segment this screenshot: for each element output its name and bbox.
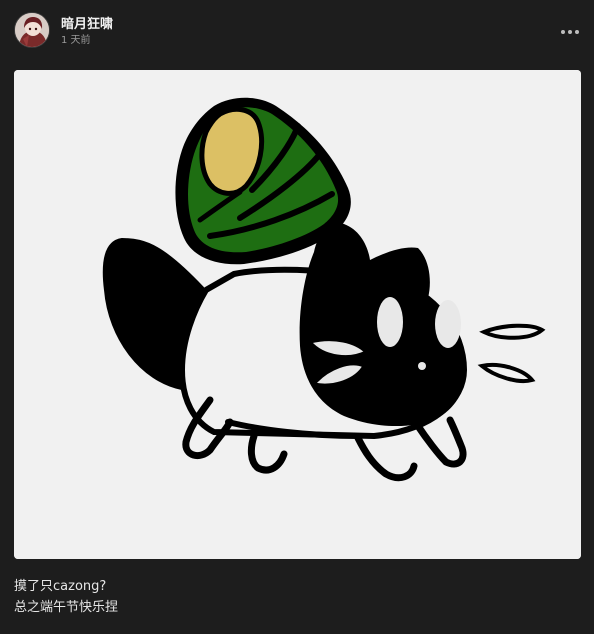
- post-image[interactable]: [14, 70, 581, 559]
- author-username[interactable]: 暗月狂啸: [61, 13, 113, 32]
- caption-line-1: 摸了只cazong?: [14, 579, 107, 594]
- author-avatar[interactable]: [14, 12, 50, 48]
- more-horizontal-icon: [561, 30, 565, 34]
- cat-carrying-zongzi-illustration: [14, 70, 581, 559]
- motion-line: [479, 323, 546, 340]
- cat-left-eye: [377, 297, 403, 347]
- more-horizontal-icon: [575, 30, 579, 34]
- more-horizontal-icon: [568, 30, 572, 34]
- post-header: 暗月狂啸 1 天前: [0, 0, 594, 64]
- cat-nose: [418, 362, 426, 370]
- cat-right-eye: [435, 300, 461, 348]
- post-caption: 摸了只cazong? 总之端午节快乐捏: [14, 576, 574, 618]
- more-options-button[interactable]: [556, 22, 584, 42]
- post-timestamp: 1 天前: [61, 35, 91, 46]
- caption-line-2: 总之端午节快乐捏: [14, 600, 119, 615]
- anime-avatar-icon: [15, 13, 49, 47]
